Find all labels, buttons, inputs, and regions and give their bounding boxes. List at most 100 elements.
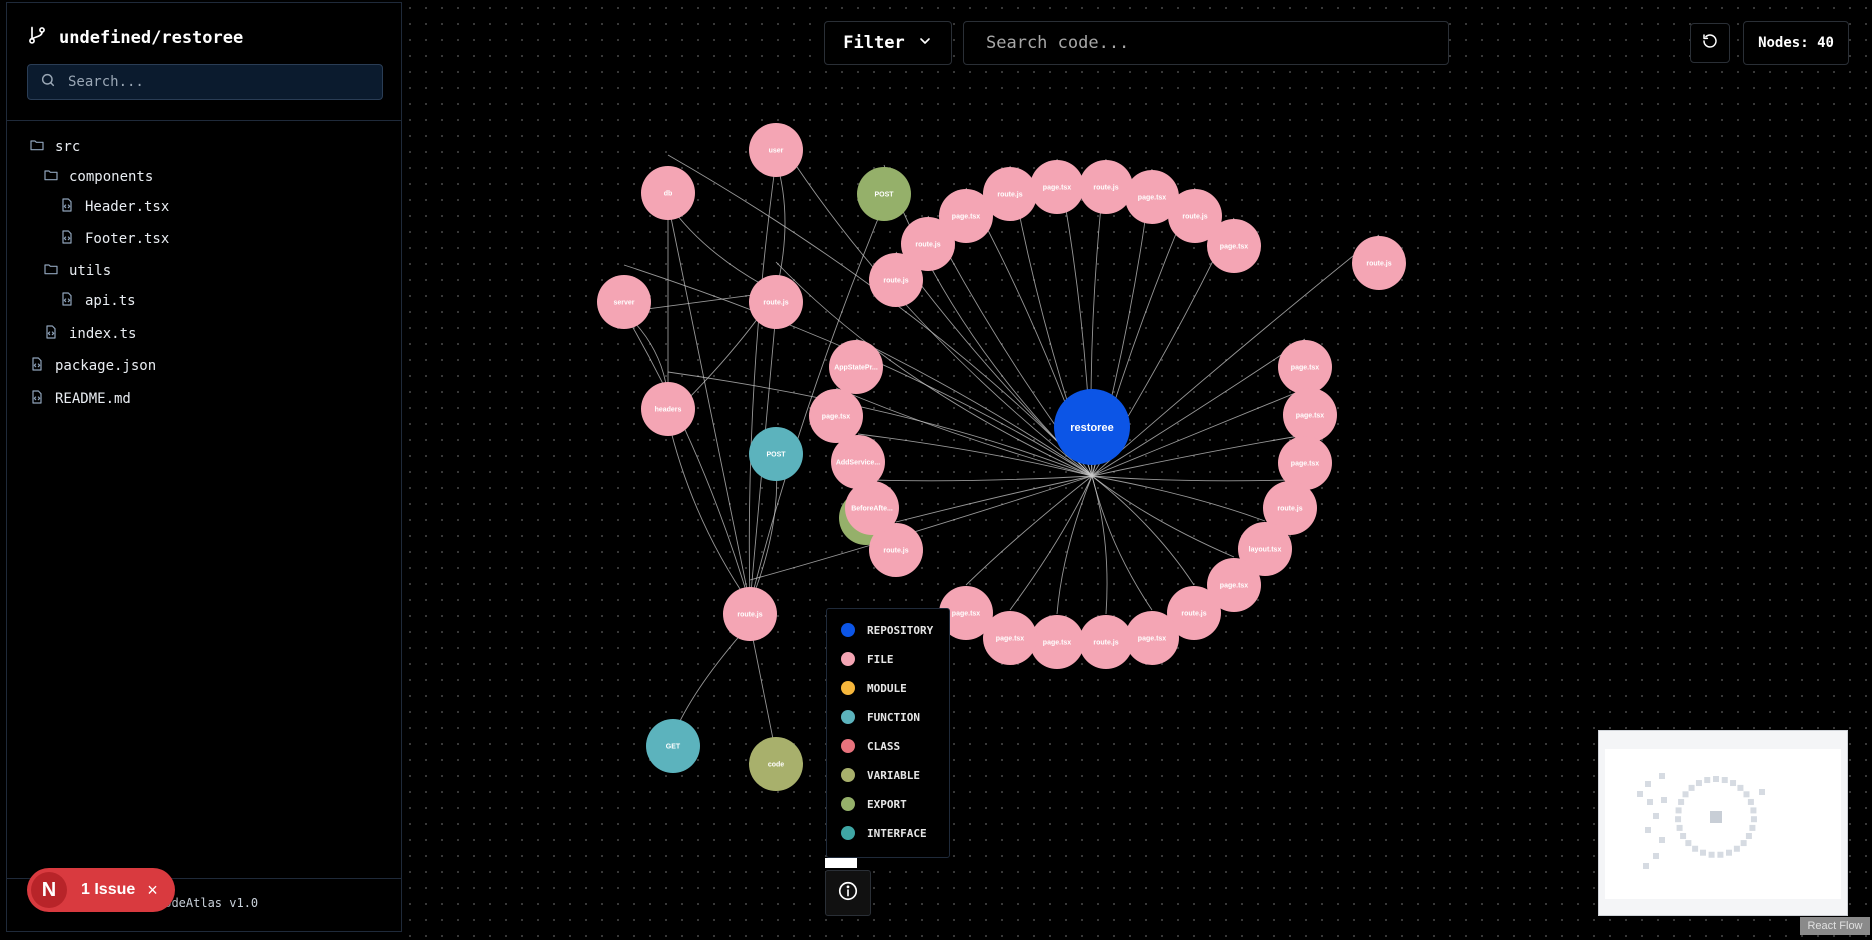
legend-item: REPOSITORY bbox=[841, 623, 933, 637]
tree-item-label: utils bbox=[69, 263, 112, 279]
minimap-node bbox=[1730, 780, 1737, 787]
issue-count: 1 Issue bbox=[81, 881, 136, 898]
legend-label: FILE bbox=[867, 652, 894, 666]
file-code-icon bbox=[59, 229, 75, 249]
graph-edge bbox=[1091, 475, 1291, 482]
legend-dot bbox=[841, 768, 855, 782]
minimap-viewport[interactable] bbox=[1605, 749, 1841, 899]
graph-node[interactable]: BeforeAfte... bbox=[845, 481, 899, 535]
graph-node[interactable]: route.js bbox=[749, 275, 803, 329]
code-search-input[interactable] bbox=[984, 32, 1428, 54]
legend-item: INTERFACE bbox=[841, 826, 927, 840]
graph-node[interactable]: route.js bbox=[723, 587, 777, 641]
graph-node[interactable]: code bbox=[749, 737, 803, 791]
tree-item-label: components bbox=[69, 169, 154, 185]
graph-node[interactable]: server bbox=[597, 275, 651, 329]
legend-dot bbox=[841, 652, 855, 666]
graph-node-label: POST bbox=[874, 191, 894, 198]
issue-badge[interactable]: N 1 Issue × bbox=[27, 868, 175, 912]
graph-node[interactable]: page.tsx bbox=[1125, 611, 1179, 665]
reset-layout-button[interactable] bbox=[1690, 23, 1730, 63]
graph-node[interactable]: headers bbox=[641, 382, 695, 436]
graph-node[interactable]: POST bbox=[749, 427, 803, 481]
graph-node-label: layout.tsx bbox=[1249, 546, 1282, 553]
graph-node[interactable]: page.tsx bbox=[1030, 615, 1084, 669]
info-button[interactable] bbox=[825, 870, 871, 916]
graph-node-label: page.tsx bbox=[822, 413, 851, 420]
graph-node-label: page.tsx bbox=[996, 635, 1025, 642]
repo-title-text: undefined/restoree bbox=[59, 27, 244, 48]
minimap-node bbox=[1647, 799, 1653, 805]
graph-edge bbox=[1091, 475, 1235, 558]
tree-item[interactable]: components bbox=[43, 167, 153, 187]
nextjs-logo-icon: N bbox=[31, 872, 67, 908]
graph-node-label: page.tsx bbox=[1220, 243, 1249, 250]
tree-item[interactable]: index.ts bbox=[43, 324, 136, 344]
tree-item[interactable]: README.md bbox=[29, 389, 131, 409]
graph-node-label: page.tsx bbox=[952, 610, 981, 617]
info-icon bbox=[837, 880, 859, 906]
graph-node-label: BeforeAfte... bbox=[851, 505, 893, 512]
tree-item[interactable]: src bbox=[29, 137, 80, 157]
graph-node[interactable]: page.tsx bbox=[1278, 340, 1332, 394]
graph-nodes: user db POST server route.js headers POST route… bbox=[597, 123, 1406, 791]
filter-button[interactable]: Filter bbox=[824, 21, 952, 65]
graph-node[interactable]: db bbox=[641, 166, 695, 220]
graph-node[interactable]: user bbox=[749, 123, 803, 177]
graph-node-label: page.tsx bbox=[1296, 412, 1325, 419]
tree-item[interactable]: utils bbox=[43, 261, 111, 281]
tree-item[interactable]: api.ts bbox=[59, 291, 136, 311]
graph-edge bbox=[775, 261, 1093, 477]
legend-dot bbox=[841, 797, 855, 811]
repository-node[interactable]: restoree bbox=[1054, 389, 1130, 465]
graph-node[interactable]: route.js bbox=[1079, 615, 1133, 669]
graph-node-label: route.js bbox=[737, 611, 762, 618]
refresh-icon bbox=[1701, 32, 1719, 54]
minimap[interactable] bbox=[1598, 730, 1848, 916]
graph-node[interactable]: GET bbox=[646, 719, 700, 773]
graph-node[interactable]: page.tsx bbox=[1207, 219, 1261, 273]
graph-node[interactable]: route.js bbox=[983, 167, 1037, 221]
tree-item[interactable]: Header.tsx bbox=[59, 197, 169, 217]
minimap-node bbox=[1725, 849, 1732, 856]
graph-edge bbox=[667, 202, 777, 293]
legend-label: FUNCTION bbox=[867, 710, 920, 724]
code-search[interactable] bbox=[963, 21, 1449, 65]
graph-node[interactable]: route.js bbox=[1079, 160, 1133, 214]
close-icon[interactable]: × bbox=[147, 880, 158, 901]
folder-icon bbox=[43, 261, 59, 281]
graph-node[interactable]: route.js bbox=[1352, 236, 1406, 290]
legend-label: REPOSITORY bbox=[867, 623, 934, 637]
minimap-node bbox=[1643, 863, 1649, 869]
sidebar-search-input[interactable] bbox=[66, 73, 370, 91]
minimap-node bbox=[1717, 851, 1724, 858]
minimap-node bbox=[1749, 824, 1756, 831]
minimap-node bbox=[1688, 784, 1695, 791]
tree-item[interactable]: Footer.tsx bbox=[59, 229, 169, 249]
graph-edge bbox=[749, 463, 778, 605]
tree-item[interactable]: package.json bbox=[29, 356, 156, 376]
minimap-node bbox=[1659, 773, 1665, 779]
graph-node-label: route.js bbox=[915, 241, 940, 248]
graph-edge bbox=[623, 311, 751, 605]
graph-node[interactable]: page.tsx bbox=[809, 389, 863, 443]
react-flow-attribution[interactable]: React Flow bbox=[1800, 917, 1870, 935]
graph-node-label: page.tsx bbox=[1138, 635, 1167, 642]
graph-edge bbox=[1091, 475, 1153, 611]
graph-node[interactable]: POST bbox=[857, 167, 911, 221]
graph-node[interactable]: page.tsx bbox=[1030, 160, 1084, 214]
sidebar-search[interactable] bbox=[27, 64, 383, 100]
graph-node[interactable]: page.tsx bbox=[1283, 388, 1337, 442]
graph-edge bbox=[871, 475, 1093, 482]
graph-node-label: AddService... bbox=[836, 459, 880, 466]
tree-item-label: Header.tsx bbox=[85, 199, 170, 215]
sidebar: undefined/restoree src components Header.t… bbox=[6, 2, 402, 932]
graph-node-label: page.tsx bbox=[1043, 184, 1072, 191]
graph-node-label: page.tsx bbox=[952, 213, 981, 220]
graph-node-label: GET bbox=[666, 743, 681, 750]
graph-node-label: route.js bbox=[1277, 505, 1302, 512]
minimap-node bbox=[1710, 811, 1722, 823]
graph-node[interactable]: route.js bbox=[901, 217, 955, 271]
graph-node[interactable]: AddService... bbox=[831, 435, 885, 489]
graph-node[interactable]: AppStatePr... bbox=[829, 340, 883, 394]
